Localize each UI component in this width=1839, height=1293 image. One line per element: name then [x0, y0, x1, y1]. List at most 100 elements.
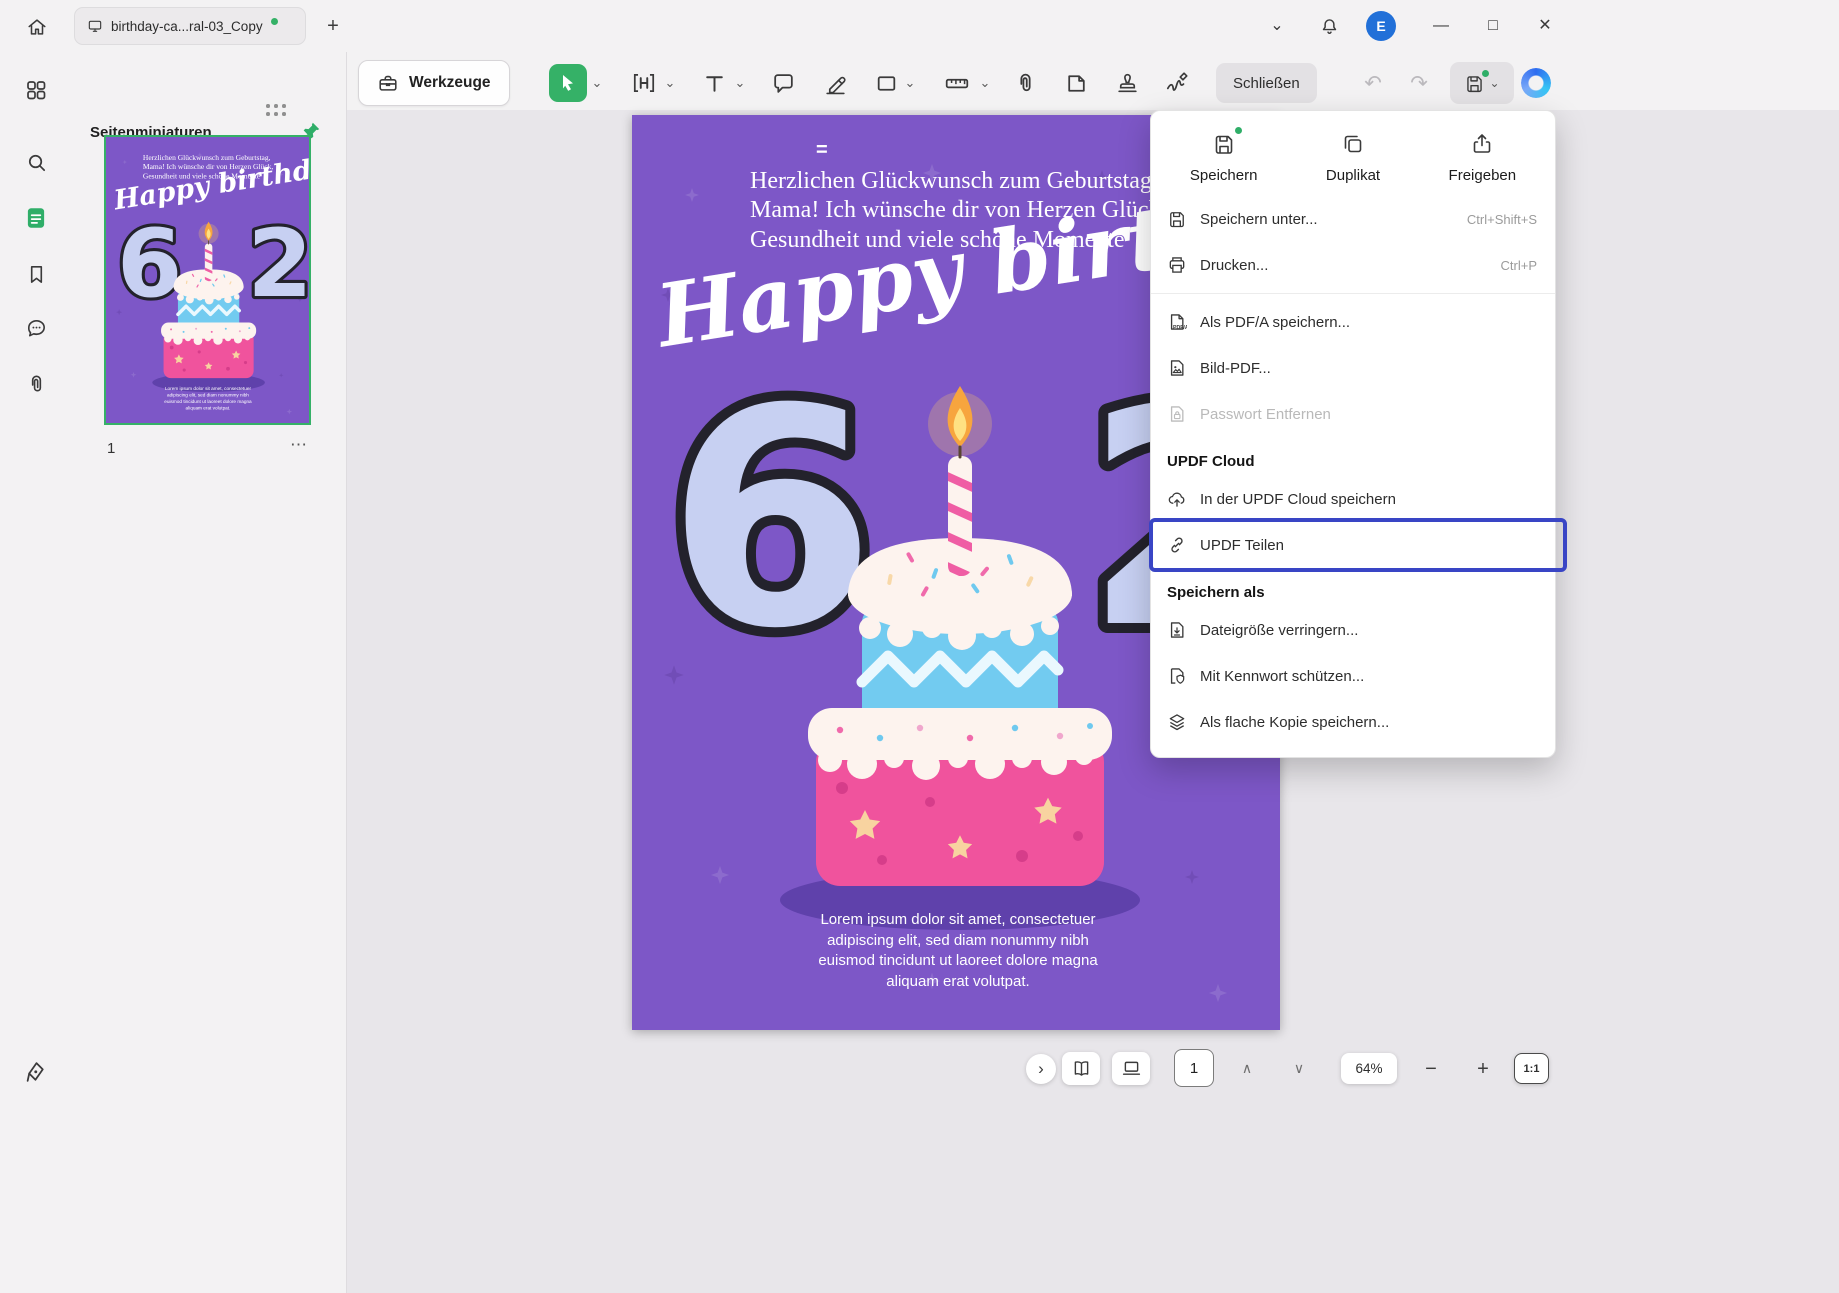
menu-item-speichern-unter[interactable]: Speichern unter... Ctrl+Shift+S — [1151, 196, 1555, 242]
close-window-button[interactable]: ✕ — [1528, 10, 1562, 42]
actual-size-button[interactable]: 1:1 — [1514, 1053, 1549, 1084]
menu-item-flache-kopie[interactable]: Als flache Kopie speichern... — [1151, 699, 1555, 745]
document-canvas[interactable]: = Herzlichen Glückwunsch zum Geburtstag,… — [347, 110, 1839, 1293]
attachments-button[interactable] — [14, 362, 58, 406]
menu-item-updf-teilen[interactable]: UPDF Teilen — [1151, 522, 1555, 568]
reading-mode-button[interactable] — [1062, 1052, 1100, 1085]
notifications-button[interactable] — [1312, 10, 1346, 42]
undo-icon: ↶ — [1364, 71, 1382, 95]
menu-item-drucken[interactable]: Drucken... Ctrl+P — [1151, 242, 1555, 288]
ai-icon — [1521, 68, 1551, 98]
shortcut-label: Ctrl+Shift+S — [1466, 211, 1537, 227]
new-tab-button[interactable]: + — [320, 13, 346, 39]
attachment-tool-button[interactable] — [1010, 68, 1040, 98]
ai-assistant-button[interactable] — [1518, 65, 1554, 101]
redo-button[interactable]: ↷ — [1402, 66, 1436, 100]
signature-tool-button[interactable] — [1162, 68, 1192, 98]
panel-drag-handle[interactable] — [266, 104, 288, 118]
undo-button[interactable]: ↶ — [1356, 66, 1390, 100]
menu-action-freigeben[interactable]: Freigeben — [1418, 131, 1547, 184]
compress-icon — [1167, 620, 1187, 640]
titlebar-chevron-button[interactable]: ⌄ — [1260, 10, 1294, 42]
link-icon — [1167, 535, 1187, 555]
thumbnail-body-text: Lorem ipsum dolor sit amet, consectetuer… — [164, 385, 252, 411]
save-as-icon — [1167, 209, 1187, 229]
menu-item-cloud-speichern[interactable]: In der UPDF Cloud speichern — [1151, 476, 1555, 522]
page-number-input[interactable] — [1175, 1050, 1213, 1086]
shape-tool-button[interactable] — [871, 68, 901, 98]
save-icon — [1212, 132, 1236, 156]
minimize-button[interactable]: — — [1424, 10, 1458, 42]
previous-page-button[interactable]: ∧ — [1232, 1055, 1262, 1081]
menu-item-bild-pdf[interactable]: Bild-PDF... — [1151, 345, 1555, 391]
paperclip-icon — [1013, 71, 1038, 96]
page-number-label: 1 — [107, 440, 116, 457]
header-tool-button[interactable] — [629, 68, 659, 98]
comments-button[interactable] — [14, 306, 58, 350]
next-page-button[interactable]: ∨ — [1284, 1055, 1314, 1081]
close-document-label: Schließen — [1233, 74, 1300, 92]
chevron-right-icon: › — [1038, 1059, 1044, 1078]
highlighter-tool-button[interactable] — [820, 68, 850, 98]
plus-icon: + — [327, 14, 339, 37]
minimize-icon: — — [1433, 17, 1449, 34]
measure-tool-button[interactable] — [938, 68, 976, 98]
pdfa-icon: PDF/A — [1167, 312, 1187, 331]
menu-action-speichern[interactable]: Speichern — [1159, 127, 1288, 184]
bookmark-icon — [25, 263, 48, 286]
menu-item-dateigroesse[interactable]: Dateigröße verringern... — [1151, 607, 1555, 653]
ruler-icon — [942, 70, 972, 96]
thumbnail-more-options[interactable]: ⋯ — [286, 434, 312, 456]
select-tool-button[interactable] — [549, 64, 587, 102]
unsaved-changes-dot — [270, 17, 278, 25]
werkzeuge-button[interactable]: Werkzeuge — [358, 60, 510, 106]
bookmarks-button[interactable] — [14, 252, 58, 296]
menu-item-pdfa[interactable]: PDF/A Als PDF/A speichern... — [1151, 299, 1555, 345]
zoom-in-button[interactable]: + — [1468, 1054, 1498, 1084]
measure-tool-chevron[interactable]: ⌄ — [978, 74, 992, 92]
maximize-button[interactable]: □ — [1476, 10, 1510, 42]
chevron-up-icon: ∧ — [1241, 1059, 1253, 1076]
close-document-button[interactable]: Schließen — [1216, 63, 1317, 103]
header-tool-chevron[interactable]: ⌄ — [663, 74, 677, 92]
werkzeuge-label: Werkzeuge — [409, 74, 491, 91]
thumbnail-cake-illustration — [149, 207, 268, 395]
page-thumbnails-button[interactable] — [14, 196, 58, 240]
paperclip-icon — [25, 373, 48, 396]
text-tool-button[interactable] — [699, 68, 729, 98]
toolbox-icon — [377, 72, 399, 94]
stamp-icon — [1115, 71, 1140, 96]
brand-pen-button[interactable] — [14, 1050, 58, 1094]
stamp-tool-button[interactable] — [1112, 68, 1142, 98]
save-status-dot — [1234, 127, 1242, 134]
body-text[interactable]: Lorem ipsum dolor sit amet, consectetuer… — [814, 910, 1102, 993]
avatar-initial: E — [1376, 18, 1386, 34]
chevron-down-icon: ∨ — [1293, 1059, 1305, 1076]
left-icon-rail — [0, 52, 72, 1293]
text-tool-chevron[interactable]: ⌄ — [733, 74, 747, 92]
user-avatar[interactable]: E — [1366, 11, 1396, 41]
header-tool-icon — [631, 70, 657, 96]
printer-icon — [1167, 255, 1187, 275]
zoom-level-button[interactable]: 64% — [1341, 1053, 1397, 1084]
page-thumbnail[interactable]: Herzlichen Glückwunsch zum Geburtstag, M… — [104, 135, 311, 425]
menu-action-duplikat[interactable]: Duplikat — [1288, 131, 1417, 184]
zoom-out-button[interactable]: − — [1416, 1054, 1446, 1084]
home-button[interactable] — [18, 9, 56, 45]
sticker-tool-button[interactable] — [1061, 68, 1091, 98]
text-block-handle[interactable]: = — [816, 139, 828, 162]
save-dropdown-menu: Speichern Duplikat Freigeben Speichern u… — [1149, 110, 1567, 758]
shape-tool-chevron[interactable]: ⌄ — [903, 74, 917, 92]
menu-quick-actions: Speichern Duplikat Freigeben — [1151, 115, 1555, 196]
save-split-button[interactable]: ⌄ — [1450, 62, 1514, 104]
redo-icon: ↷ — [1410, 71, 1428, 95]
search-button[interactable] — [14, 140, 58, 184]
expand-statusbar-button[interactable]: › — [1026, 1054, 1056, 1084]
comment-tool-button[interactable] — [768, 68, 798, 98]
select-tool-chevron[interactable]: ⌄ — [590, 74, 604, 92]
speech-bubble-icon — [771, 71, 796, 96]
presentation-mode-button[interactable] — [1112, 1052, 1150, 1085]
document-tab[interactable]: birthday-ca...ral-03_Copy — [74, 7, 306, 45]
menu-item-kennwort[interactable]: Mit Kennwort schützen... — [1151, 653, 1555, 699]
comment-icon — [25, 317, 48, 340]
